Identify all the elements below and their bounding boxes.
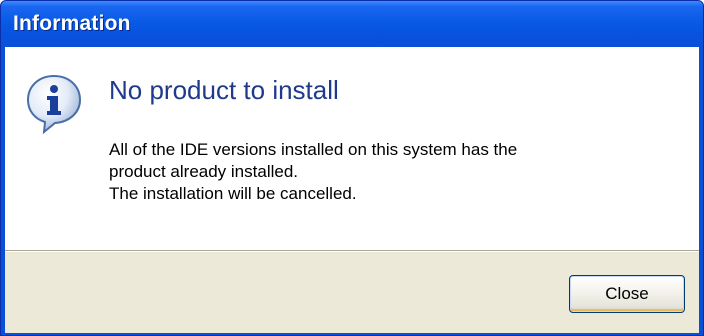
window-title: Information xyxy=(13,12,131,35)
dialog-window: Information No product to install All of… xyxy=(0,0,704,336)
message-line: All of the IDE versions installed on thi… xyxy=(109,140,518,159)
footer-divider xyxy=(5,251,699,252)
dialog-content: No product to install All of the IDE ver… xyxy=(5,47,699,251)
dialog-heading: No product to install xyxy=(109,75,339,105)
message-line: product already installed. xyxy=(109,162,299,181)
dialog-message: All of the IDE versions installed on thi… xyxy=(109,139,669,205)
message-line: The installation will be cancelled. xyxy=(109,184,357,203)
information-icon xyxy=(26,74,82,135)
close-button[interactable]: Close xyxy=(569,275,685,313)
title-bar[interactable]: Information xyxy=(1,1,703,47)
dialog-client-area: No product to install All of the IDE ver… xyxy=(5,47,699,333)
